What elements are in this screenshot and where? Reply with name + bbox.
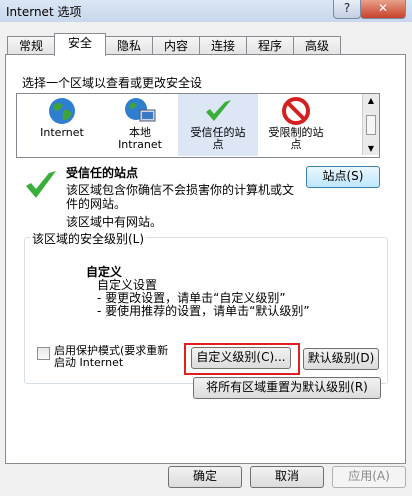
scroll-thumb[interactable] <box>366 115 376 135</box>
apply-button[interactable]: 应用(A) <box>332 466 406 488</box>
zone-list-scrollbar[interactable]: ▲ ▼ <box>362 94 379 155</box>
selected-zone-note: 该区域中有网站。 <box>66 215 163 229</box>
tab-connections[interactable]: 连接 <box>199 36 247 55</box>
protected-mode-checkbox[interactable] <box>37 347 50 360</box>
restricted-icon <box>282 97 310 125</box>
tab-privacy[interactable]: 隐私 <box>105 36 153 55</box>
zone-trusted-sites[interactable]: 受信任的站 点 <box>178 94 258 156</box>
scroll-down-icon[interactable]: ▼ <box>363 142 379 156</box>
tab-security[interactable]: 安全 <box>54 33 106 56</box>
default-level-button[interactable]: 默认级别(D) <box>303 348 379 370</box>
tab-programs[interactable]: 程序 <box>246 36 294 55</box>
checkmark-icon <box>206 100 231 121</box>
zone-internet-label: Internet <box>40 126 84 139</box>
protected-mode-label: 启用保护模式(要求重新 启动 Internet <box>54 345 169 369</box>
help-button[interactable]: ? <box>333 0 361 19</box>
security-level-description: 自定义设置 - 要更改设置，请单击“自定义级别” - 要使用推荐的设置，请单击“… <box>97 279 310 318</box>
window-title: Internet 选项 <box>6 5 82 19</box>
tab-advanced[interactable]: 高级 <box>293 36 341 55</box>
selected-zone-description: 该区域包含你确信不会损害你的计算机或文 件的网站。 <box>66 183 295 211</box>
tab-content[interactable]: 内容 <box>152 36 200 55</box>
zone-internet[interactable]: Internet <box>22 94 102 139</box>
intranet-icon <box>125 98 156 122</box>
security-level-group-label: 该区域的安全级别(L) <box>30 230 147 247</box>
custom-level-button[interactable]: 自定义级别(C)... <box>191 347 291 369</box>
selected-zone-title: 受信任的站点 <box>66 166 139 180</box>
ok-button[interactable]: 确定 <box>168 466 242 488</box>
tab-general[interactable]: 常规 <box>7 36 55 55</box>
zone-intranet[interactable]: 本地 Intranet <box>100 94 180 151</box>
security-level-line: - 要使用推荐的设置，请单击“默认级别” <box>97 304 310 318</box>
reset-all-zones-button[interactable]: 将所有区域重置为默认级别(R) <box>193 377 381 399</box>
zone-trusted-label: 受信任的站 点 <box>190 126 246 151</box>
zone-list[interactable]: Internet 本地 Intranet 受信任的站 点 受限制的站 点 <box>16 93 380 158</box>
close-button[interactable]: ✕ <box>360 0 406 19</box>
cancel-button[interactable]: 取消 <box>250 466 324 488</box>
zone-intranet-label: 本地 Intranet <box>118 126 162 151</box>
zone-restricted-label: 受限制的站 点 <box>268 126 324 151</box>
select-zone-label: 选择一个区域以查看或更改安全设 <box>22 76 203 90</box>
trusted-checkmark-icon <box>26 171 56 198</box>
scroll-up-icon[interactable]: ▲ <box>363 94 379 108</box>
sites-button[interactable]: 站点(S) <box>306 166 380 188</box>
globe-icon <box>49 98 75 124</box>
zone-restricted-sites[interactable]: 受限制的站 点 <box>256 94 336 151</box>
